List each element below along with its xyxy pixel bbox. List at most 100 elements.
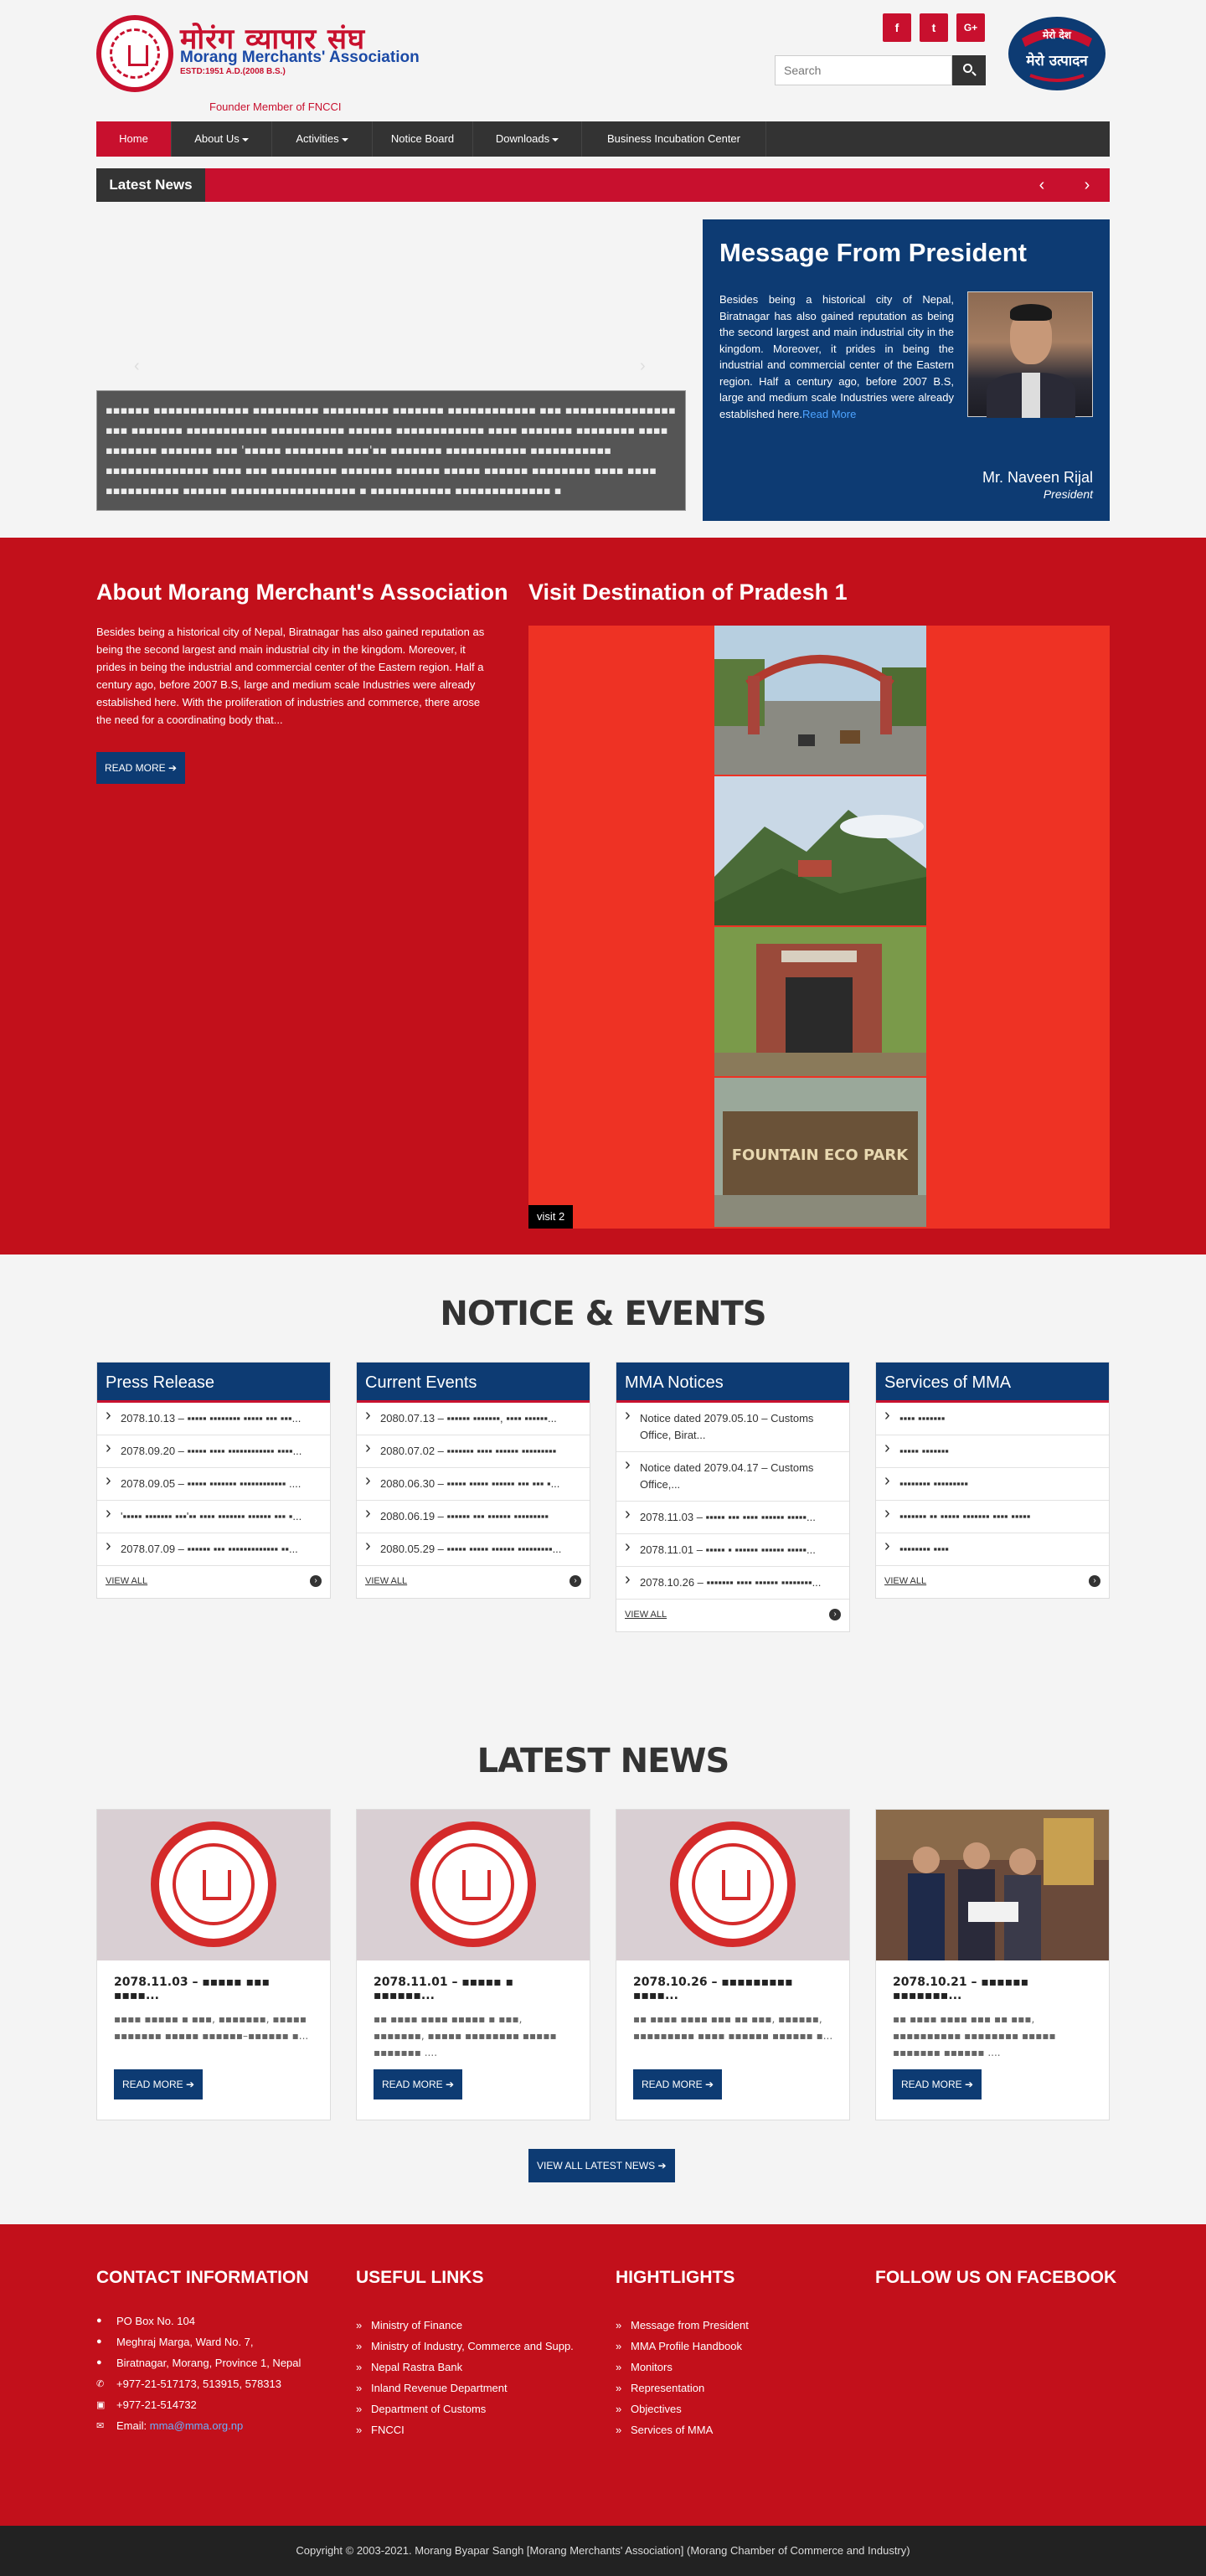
view-all-link[interactable]: VIEW ALL [106, 1576, 147, 1586]
ticker-label: Latest News [96, 168, 205, 202]
map-pin-icon: ● [96, 2336, 102, 2347]
about-text: Besides being a historical city of Nepal… [96, 626, 485, 726]
list-item[interactable]: ▪▪▪▪▪ ▪▪▪▪▪▪▪ [876, 1435, 1109, 1468]
slider-next-icon[interactable]: › [640, 357, 646, 376]
site-footer: CONTACT INFORMATION ● PO Box No. 104 ● Meg… [0, 2224, 1206, 2526]
news-excerpt: ▪▪▪▪ ▪▪▪▪▪ ▪ ▪▪▪, ▪▪▪▪▪▪▪, ▪▪▪▪▪ ▪▪▪▪▪▪▪… [114, 2013, 309, 2042]
footer-link[interactable]: Inland Revenue Department [356, 2378, 574, 2398]
useful-links-list: Ministry of Finance Ministry of Industry… [356, 2315, 574, 2440]
nav-notice-board[interactable]: Notice Board [373, 121, 473, 157]
ticker-next-icon[interactable]: › [1064, 168, 1110, 202]
list-item[interactable]: 2080.07.13 – ▪▪▪▪▪▪ ▪▪▪▪▪▪▪, ▪▪▪▪ ▪▪▪▪▪▪… [357, 1403, 590, 1435]
footer-link[interactable]: Representation [616, 2378, 833, 2398]
footer-link[interactable]: Monitors [616, 2357, 833, 2378]
view-all-link[interactable]: VIEW ALL [625, 1610, 667, 1620]
list-item[interactable]: ▪▪▪▪▪▪▪ ▪▪ ▪▪▪▪▪ ▪▪▪▪▪▪▪ ▪▪▪▪ ▪▪▪▪▪ [876, 1501, 1109, 1533]
useful-links-title: USEFUL LINKS [356, 2268, 484, 2287]
list-item[interactable]: 2080.07.02 – ▪▪▪▪▪▪▪ ▪▪▪▪ ▪▪▪▪▪▪ ▪▪▪▪▪▪▪… [357, 1435, 590, 1468]
nav-business-incubation[interactable]: Business Incubation Center [582, 121, 766, 157]
news-title[interactable]: 2078.10.26 – ▪▪▪▪▪▪▪▪▪ ▪▪▪▪... [633, 1976, 834, 2002]
list-item[interactable]: Notice dated 2079.05.10 – Customs Office… [616, 1403, 849, 1452]
news-card: 2078.10.21 – ▪▪▪▪▪▪ ▪▪▪▪▪▪▪... ▪▪ ▪▪▪▪ ▪… [875, 1809, 1110, 2120]
mero-utpadan-badge[interactable]: मेरो देश मेरो उत्पादन [1005, 13, 1109, 94]
facebook-icon[interactable]: f [883, 13, 911, 42]
fax-icon: ▣ [96, 2400, 106, 2410]
news-title[interactable]: 2078.10.21 – ▪▪▪▪▪▪ ▪▪▪▪▪▪▪... [893, 1976, 1094, 2002]
visit-title: Visit Destination of Pradesh 1 [528, 580, 848, 605]
contact-list: ● PO Box No. 104 ● Meghraj Marga, Ward No.… [96, 2315, 302, 2432]
list-item[interactable]: '▪▪▪▪▪ ▪▪▪▪▪▪▪ ▪▪▪'▪▪ ▪▪▪▪ ▪▪▪▪▪▪▪ ▪▪▪▪▪… [97, 1501, 330, 1533]
search-input[interactable] [775, 55, 952, 85]
footer-link[interactable]: Ministry of Finance [356, 2315, 574, 2336]
list-item[interactable]: 2078.07.09 – ▪▪▪▪▪▪ ▪▪▪ ▪▪▪▪▪▪▪▪▪▪▪▪▪ ▪▪… [97, 1533, 330, 1566]
mma-seal-image [410, 1821, 536, 1947]
footer-link[interactable]: Ministry of Industry, Commerce and Supp. [356, 2336, 574, 2357]
twitter-icon[interactable]: t [920, 13, 948, 42]
news-title[interactable]: 2078.11.03 – ▪▪▪▪▪ ▪▪▪ ▪▪▪▪... [114, 1976, 315, 2002]
list-item[interactable]: 2078.11.03 – ▪▪▪▪▪ ▪▪▪ ▪▪▪▪ ▪▪▪▪▪▪ ▪▪▪▪▪… [616, 1502, 849, 1534]
list-item[interactable]: ▪▪▪▪▪▪▪▪ ▪▪▪▪ [876, 1533, 1109, 1566]
contact-title: CONTACT INFORMATION [96, 2268, 309, 2287]
copyright-bar: Copyright © 2003-2021. Morang Byapar San… [0, 2526, 1206, 2576]
list-item[interactable]: 2080.05.29 – ▪▪▪▪▪ ▪▪▪▪▪ ▪▪▪▪▪▪ ▪▪▪▪▪▪▪▪… [357, 1533, 590, 1566]
ticker-prev-icon[interactable]: ‹ [1019, 168, 1064, 202]
arrow-circle-icon[interactable]: › [570, 1575, 581, 1587]
list-item[interactable]: Notice dated 2079.04.17 – Customs Office… [616, 1452, 849, 1502]
list-item[interactable]: ▪▪▪▪▪▪▪▪ ▪▪▪▪▪▪▪▪▪ [876, 1468, 1109, 1501]
nav-home[interactable]: Home [96, 121, 172, 157]
footer-link[interactable]: Services of MMA [616, 2419, 833, 2440]
footer-link[interactable]: Nepal Rastra Bank [356, 2357, 574, 2378]
logo-established: ESTD:1951 A.D.(2008 B.S.) [180, 67, 286, 76]
footer-link[interactable]: Objectives [616, 2398, 833, 2419]
news-read-more-button[interactable]: READ MORE ➔ [633, 2069, 723, 2099]
list-item[interactable]: 2080.06.30 – ▪▪▪▪▪ ▪▪▪▪▪ ▪▪▪▪▪▪ ▪▪▪ ▪▪▪ … [357, 1468, 590, 1501]
news-image[interactable] [357, 1810, 590, 1960]
news-title[interactable]: 2078.11.01 – ▪▪▪▪▪ ▪ ▪▪▪▪▪▪... [374, 1976, 575, 2002]
visit-image-hills [714, 776, 926, 925]
nav-about-us[interactable]: About Us [172, 121, 272, 157]
footer-link[interactable]: MMA Profile Handbook [616, 2336, 833, 2357]
about-read-more-button[interactable]: READ MORE ➔ [96, 752, 186, 784]
news-card: 2078.11.03 – ▪▪▪▪▪ ▪▪▪ ▪▪▪▪... ▪▪▪▪ ▪▪▪▪… [96, 1809, 331, 2120]
view-all-link[interactable]: VIEW ALL [365, 1576, 407, 1586]
president-read-more-link[interactable]: Read More [802, 408, 856, 420]
google-plus-icon[interactable]: G+ [956, 13, 985, 42]
slider-prev-icon[interactable]: ‹ [134, 357, 140, 376]
news-image-meeting-photo[interactable] [876, 1810, 1109, 1960]
main-nav: Home About Us Activities Notice Board Do… [96, 121, 1110, 157]
mma-logo-seal[interactable] [96, 15, 173, 92]
list-item[interactable]: 2078.09.05 – ▪▪▪▪▪ ▪▪▪▪▪▪▪ ▪▪▪▪▪▪▪▪▪▪▪▪ … [97, 1468, 330, 1501]
list-item[interactable]: 2078.09.20 – ▪▪▪▪▪ ▪▪▪▪ ▪▪▪▪▪▪▪▪▪▪▪▪ ▪▪▪… [97, 1435, 330, 1468]
fncci-tagline: Founder Member of FNCCI [209, 100, 342, 113]
news-read-more-button[interactable]: READ MORE ➔ [114, 2069, 204, 2099]
arrow-circle-icon[interactable]: › [829, 1609, 841, 1620]
news-read-more-button[interactable]: READ MORE ➔ [893, 2069, 982, 2099]
list-item[interactable]: ▪▪▪▪ ▪▪▪▪▪▪▪ [876, 1403, 1109, 1435]
news-image[interactable] [616, 1810, 849, 1960]
card-title: Press Release [97, 1363, 330, 1403]
logo-english-text[interactable]: Morang Merchants' Association [180, 49, 420, 67]
news-read-more-button[interactable]: READ MORE ➔ [374, 2069, 463, 2099]
search-button[interactable] [952, 55, 986, 85]
news-image[interactable] [97, 1810, 330, 1960]
news-excerpt: ▪▪ ▪▪▪▪ ▪▪▪▪ ▪▪▪▪▪ ▪ ▪▪▪, ▪▪▪▪▪▪▪, ▪▪▪▪▪… [374, 2013, 557, 2058]
about-title: About Morang Merchant's Association [96, 580, 508, 605]
arrow-circle-icon[interactable]: › [310, 1575, 322, 1587]
footer-link[interactable]: FNCCI [356, 2419, 574, 2440]
mma-notices-card: MMA Notices Notice dated 2079.05.10 – Cu… [616, 1362, 850, 1632]
arrow-circle-icon[interactable]: › [1089, 1575, 1100, 1587]
visit-slider[interactable]: FOUNTAIN ECO PARK visit 2 [528, 626, 1110, 1229]
nav-downloads[interactable]: Downloads [473, 121, 582, 157]
email-link[interactable]: mma@mma.org.np [150, 2419, 243, 2432]
list-item[interactable]: 2080.06.19 – ▪▪▪▪▪▪ ▪▪▪ ▪▪▪▪▪▪ ▪▪▪▪▪▪▪▪▪ [357, 1501, 590, 1533]
list-item[interactable]: 2078.10.26 – ▪▪▪▪▪▪▪ ▪▪▪▪ ▪▪▪▪▪▪ ▪▪▪▪▪▪▪… [616, 1567, 849, 1600]
visit-image-brick-gate [714, 927, 926, 1076]
latest-news-heading: LATEST NEWS [477, 1742, 730, 1780]
list-item[interactable]: 2078.11.01 – ▪▪▪▪▪ ▪ ▪▪▪▪▪▪ ▪▪▪▪▪▪ ▪▪▪▪▪… [616, 1534, 849, 1567]
footer-link[interactable]: Department of Customs [356, 2398, 574, 2419]
view-all-latest-news-button[interactable]: VIEW ALL LATEST NEWS ➔ [528, 2149, 675, 2182]
list-item[interactable]: 2078.10.13 – ▪▪▪▪▪ ▪▪▪▪▪▪▪▪ ▪▪▪▪▪ ▪▪▪ ▪▪… [97, 1403, 330, 1435]
footer-link[interactable]: Message from President [616, 2315, 833, 2336]
nav-activities[interactable]: Activities [272, 121, 373, 157]
view-all-link[interactable]: VIEW ALL [884, 1576, 926, 1586]
